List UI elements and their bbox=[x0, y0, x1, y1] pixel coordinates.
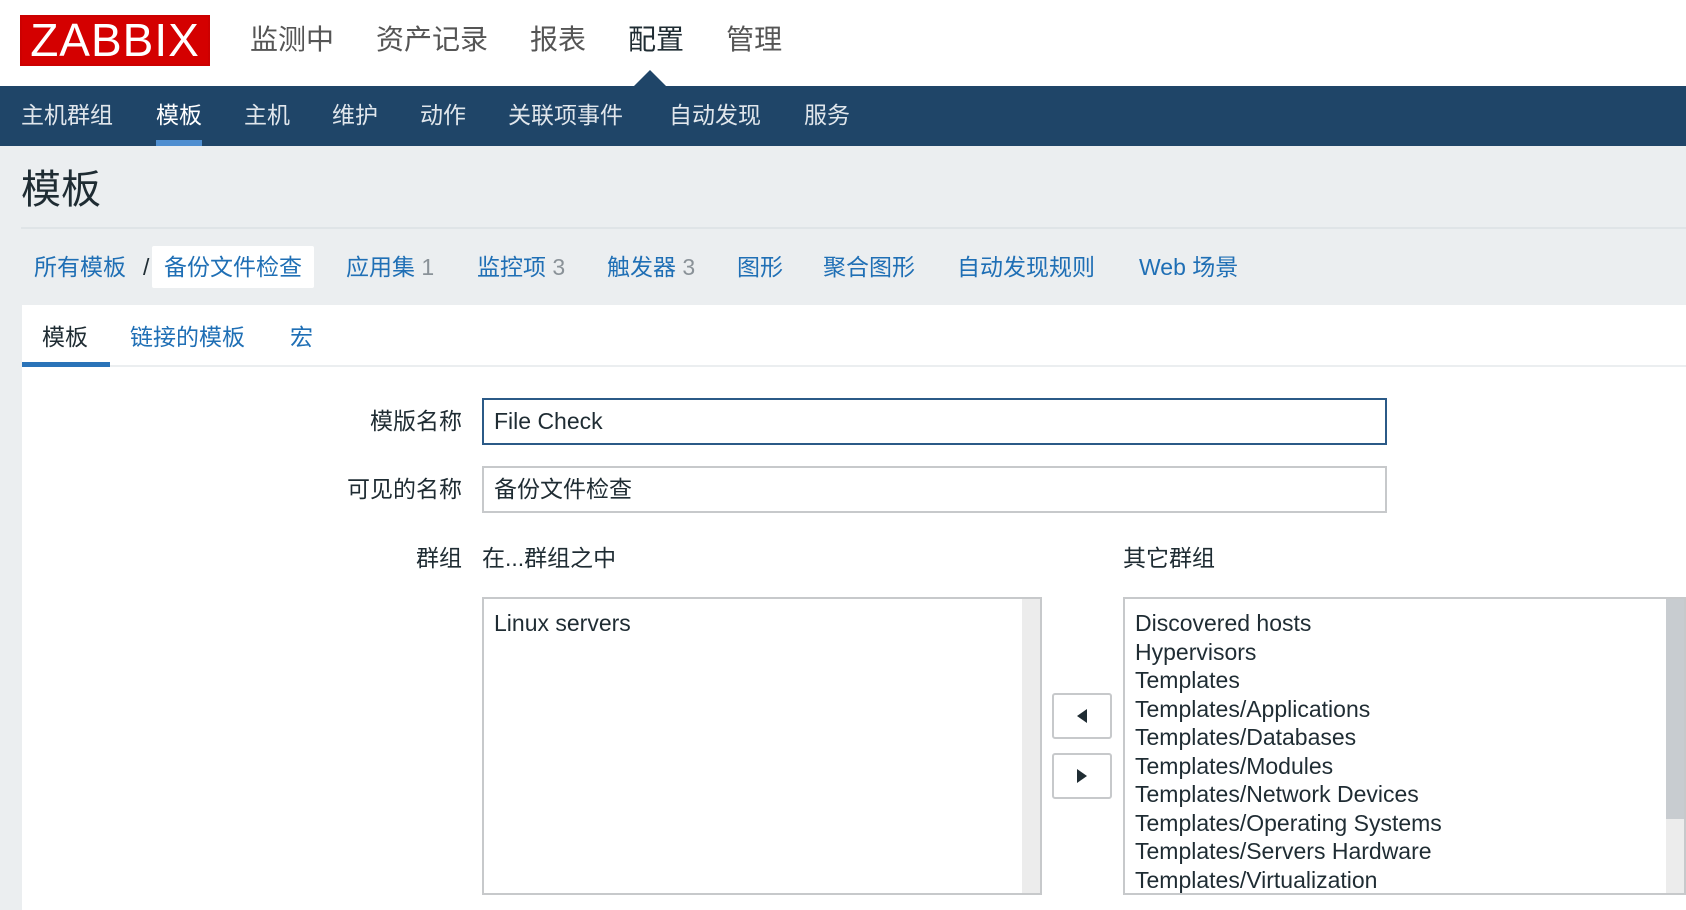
active-menu-caret bbox=[634, 70, 666, 86]
top-nav-inventory[interactable]: 资产记录 bbox=[376, 18, 488, 62]
count: 3 bbox=[552, 254, 566, 280]
breadcrumb-all-templates[interactable]: 所有模板 bbox=[34, 246, 126, 288]
link-graphs[interactable]: 图形 bbox=[737, 246, 783, 288]
top-nav-configuration[interactable]: 配置 bbox=[628, 18, 684, 62]
sub-nav-services[interactable]: 服务 bbox=[804, 86, 850, 144]
sub-nav: 主机群组 模板 主机 维护 动作 关联项事件 自动发现 服务 bbox=[0, 86, 1686, 146]
move-right-button[interactable] bbox=[1052, 753, 1112, 799]
sub-nav-discovery[interactable]: 自动发现 bbox=[669, 86, 761, 144]
link-items[interactable]: 监控项 3 bbox=[477, 246, 565, 288]
list-item[interactable]: Templates/Servers Hardware bbox=[1125, 837, 1684, 866]
list-item[interactable]: Templates/Network Devices bbox=[1125, 780, 1684, 809]
list-item[interactable]: Templates/Databases bbox=[1125, 723, 1684, 752]
top-nav: 监测中 资产记录 报表 配置 管理 bbox=[250, 18, 824, 62]
sub-nav-correlation[interactable]: 关联项事件 bbox=[508, 86, 623, 144]
top-nav-monitoring[interactable]: 监测中 bbox=[250, 18, 334, 62]
scrollbar[interactable] bbox=[1666, 599, 1684, 893]
sub-nav-maintenance[interactable]: 维护 bbox=[332, 86, 378, 144]
list-item[interactable]: Templates bbox=[1125, 666, 1684, 695]
in-groups-label: 在...群组之中 bbox=[482, 545, 617, 571]
sub-nav-actions[interactable]: 动作 bbox=[420, 86, 466, 144]
top-nav-reports[interactable]: 报表 bbox=[530, 18, 586, 62]
form-panel: 模板 链接的模板 宏 模版名称 File Check 可见的名称 备份文件检查 … bbox=[22, 305, 1686, 910]
link-screens[interactable]: 聚合图形 bbox=[823, 246, 915, 288]
sub-nav-templates[interactable]: 模板 bbox=[156, 86, 202, 146]
header: ZABBIX 监测中 资产记录 报表 配置 管理 bbox=[0, 0, 1686, 86]
list-item[interactable]: Hypervisors bbox=[1125, 638, 1684, 667]
list-item[interactable]: Templates/Applications bbox=[1125, 695, 1684, 724]
active-tab-indicator bbox=[22, 362, 110, 367]
other-groups-listbox[interactable]: Discovered hosts Hypervisors Templates T… bbox=[1123, 597, 1686, 895]
tab-linked-templates[interactable]: 链接的模板 bbox=[130, 319, 245, 355]
divider bbox=[21, 227, 1686, 229]
template-name-label: 模版名称 bbox=[370, 408, 462, 434]
sub-nav-host-groups[interactable]: 主机群组 bbox=[21, 86, 113, 144]
link-web-scenarios[interactable]: Web 场景 bbox=[1139, 246, 1238, 288]
link-applications[interactable]: 应用集 1 bbox=[346, 246, 434, 288]
tab-template[interactable]: 模板 bbox=[42, 319, 88, 355]
arrow-right-icon bbox=[1077, 769, 1087, 783]
list-item[interactable]: Linux servers bbox=[484, 609, 1040, 638]
groups-label: 群组 bbox=[416, 545, 462, 571]
count: 1 bbox=[421, 254, 435, 280]
visible-name-label: 可见的名称 bbox=[347, 476, 462, 502]
link-triggers[interactable]: 触发器 3 bbox=[607, 246, 695, 288]
sub-nav-hosts[interactable]: 主机 bbox=[244, 86, 290, 144]
breadcrumb-separator: / bbox=[143, 254, 150, 280]
visible-name-input[interactable]: 备份文件检查 bbox=[482, 466, 1387, 513]
link-discovery-rules[interactable]: 自动发现规则 bbox=[957, 246, 1095, 288]
list-item[interactable]: Templates/Virtualization bbox=[1125, 866, 1684, 894]
link-label: 监控项 bbox=[477, 254, 546, 280]
move-left-button[interactable] bbox=[1052, 693, 1112, 739]
form-tabs: 模板 链接的模板 宏 bbox=[22, 305, 1686, 367]
top-nav-administration[interactable]: 管理 bbox=[726, 18, 782, 62]
list-item[interactable]: Discovered hosts bbox=[1125, 609, 1684, 638]
list-item[interactable]: Templates/Modules bbox=[1125, 752, 1684, 781]
zabbix-logo[interactable]: ZABBIX bbox=[20, 15, 210, 66]
breadcrumb-current[interactable]: 备份文件检查 bbox=[152, 246, 314, 288]
list-item[interactable]: Templates/Operating Systems bbox=[1125, 809, 1684, 838]
count: 3 bbox=[682, 254, 696, 280]
scrollbar-thumb[interactable] bbox=[1666, 599, 1684, 819]
scrollbar[interactable] bbox=[1022, 599, 1040, 893]
in-groups-listbox[interactable]: Linux servers bbox=[482, 597, 1042, 895]
link-label: 应用集 bbox=[346, 254, 415, 280]
other-groups-label: 其它群组 bbox=[1123, 545, 1215, 571]
tab-macros[interactable]: 宏 bbox=[290, 319, 313, 355]
page-title: 模板 bbox=[21, 168, 101, 212]
link-label: 触发器 bbox=[607, 254, 676, 280]
arrow-left-icon bbox=[1077, 709, 1087, 723]
template-name-input[interactable]: File Check bbox=[482, 398, 1387, 445]
